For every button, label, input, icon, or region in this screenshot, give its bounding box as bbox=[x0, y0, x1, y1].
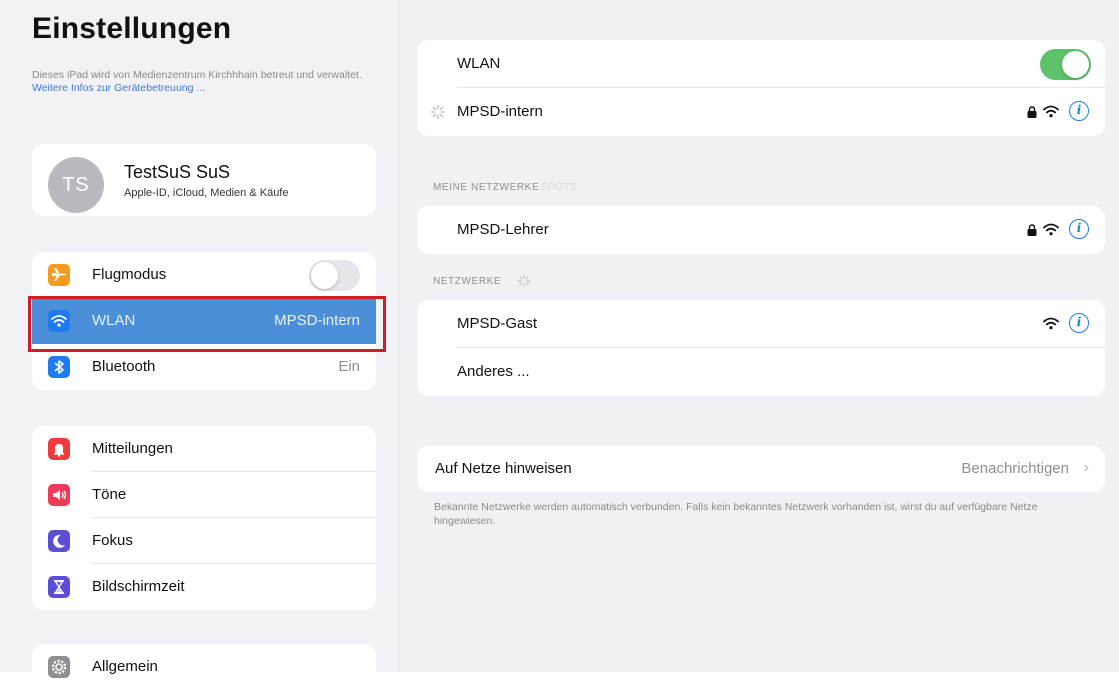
sidebar-item-fokus[interactable]: Fokus bbox=[32, 518, 376, 564]
wlan-toggle-row: WLAN bbox=[417, 40, 1105, 88]
network-status-icons: i bbox=[1027, 313, 1091, 335]
ask-to-join-value: Benachrichtigen bbox=[961, 460, 1069, 477]
selection-highlight-annotation bbox=[28, 296, 386, 352]
sidebar-item-label: Bluetooth bbox=[92, 358, 156, 375]
ask-to-join-footnote: Bekannte Netzwerke werden automatisch ve… bbox=[434, 501, 1038, 527]
network-name: Anderes ... bbox=[457, 363, 530, 380]
sidebar-item-bildschirmzeit[interactable]: Bildschirmzeit bbox=[32, 564, 376, 610]
speaker-icon bbox=[48, 484, 70, 506]
sidebar-item-label: Flugmodus bbox=[92, 266, 167, 283]
device-management-note: Dieses iPad wird von Medienzentrum Kirch… bbox=[32, 69, 362, 95]
wlan-main-card: WLAN MPSD-intern i bbox=[417, 40, 1105, 136]
ask-to-join-row[interactable]: Auf Netze hinweisen Benachrichtigen › bbox=[417, 446, 1105, 492]
management-info-link[interactable]: Weitere Infos zur Gerätebetreuung ... bbox=[32, 82, 205, 94]
general-group: Allgemein bbox=[32, 644, 376, 690]
sidebar-item-label: Fokus bbox=[92, 532, 133, 549]
available-networks-list: MPSD-Gast i Anderes ... bbox=[417, 300, 1105, 396]
bluetooth-icon bbox=[48, 356, 70, 378]
network-row-connecting[interactable]: MPSD-intern i bbox=[417, 88, 1105, 136]
moon-icon bbox=[48, 530, 70, 552]
hourglass-icon bbox=[48, 576, 70, 598]
network-info-icon[interactable]: i bbox=[1069, 219, 1089, 239]
sidebar-item-label: Mitteilungen bbox=[92, 440, 173, 457]
apple-id-profile-card[interactable]: TS TestSuS SuS Apple-ID, iCloud, Medien … bbox=[32, 144, 376, 216]
network-row[interactable]: MPSD-Gast i bbox=[417, 300, 1105, 348]
ask-to-join-label: Auf Netze hinweisen bbox=[435, 460, 572, 477]
settings-sidebar: Einstellungen Dieses iPad wird von Medie… bbox=[0, 0, 399, 690]
network-status-icons: i bbox=[1027, 219, 1091, 241]
sidebar-item-toene[interactable]: Töne bbox=[32, 472, 376, 518]
avatar: TS bbox=[48, 157, 104, 213]
sidebar-item-flugmodus[interactable]: Flugmodus bbox=[32, 252, 376, 298]
sidebar-item-allgemein[interactable]: Allgemein bbox=[32, 644, 376, 690]
network-row[interactable]: MPSD-Lehrer i bbox=[417, 206, 1105, 254]
wlan-toggle[interactable] bbox=[1040, 49, 1091, 80]
network-info-icon[interactable]: i bbox=[1069, 313, 1089, 333]
wifi-signal-icon bbox=[1043, 317, 1059, 330]
profile-name: TestSuS SuS bbox=[124, 162, 231, 182]
airplane-icon bbox=[48, 264, 70, 286]
my-networks-list: MPSD-Lehrer i bbox=[417, 206, 1105, 254]
bell-icon bbox=[48, 438, 70, 460]
network-name: MPSD-Gast bbox=[457, 315, 538, 332]
network-name: MPSD-Lehrer bbox=[457, 221, 549, 238]
network-info-icon[interactable]: i bbox=[1069, 101, 1089, 121]
loading-spinner-icon bbox=[430, 104, 446, 120]
wlan-label: WLAN bbox=[457, 55, 501, 72]
sidebar-item-label: Bildschirmzeit bbox=[92, 578, 185, 595]
management-text: Dieses iPad wird von Medienzentrum Kirch… bbox=[32, 69, 362, 81]
lock-icon bbox=[1027, 106, 1037, 118]
gear-icon bbox=[48, 656, 70, 678]
lock-icon bbox=[1027, 224, 1037, 236]
my-networks-header: MEINE NETZWERKESPOTS bbox=[433, 182, 578, 193]
wlan-detail-pane: WLAN MPSD-intern i MEINE NETZWERKESPOTS … bbox=[399, 0, 1119, 672]
sidebar-item-label: Allgemein bbox=[92, 658, 158, 675]
profile-subtitle: Apple-ID, iCloud, Medien & Käufe bbox=[124, 187, 289, 199]
network-name: MPSD-intern bbox=[457, 103, 543, 120]
networks-header: NETZWERKE bbox=[433, 276, 502, 287]
wifi-signal-icon bbox=[1043, 223, 1059, 236]
other-network-row[interactable]: Anderes ... bbox=[417, 348, 1105, 396]
sidebar-item-value: Ein bbox=[338, 358, 360, 375]
page-title: Einstellungen bbox=[32, 12, 232, 45]
wifi-signal-icon bbox=[1043, 105, 1059, 118]
scanning-spinner-icon bbox=[517, 274, 531, 288]
ask-to-join-card: Auf Netze hinweisen Benachrichtigen › bbox=[417, 446, 1105, 492]
airplane-mode-toggle[interactable] bbox=[309, 260, 360, 291]
sidebar-item-label: Töne bbox=[92, 486, 127, 503]
sidebar-item-mitteilungen[interactable]: Mitteilungen bbox=[32, 426, 376, 472]
network-status-icons: i bbox=[1027, 101, 1091, 123]
notifications-group: Mitteilungen Töne Fokus Bildschirmzeit bbox=[32, 426, 376, 610]
chevron-right-icon: › bbox=[1083, 459, 1089, 476]
